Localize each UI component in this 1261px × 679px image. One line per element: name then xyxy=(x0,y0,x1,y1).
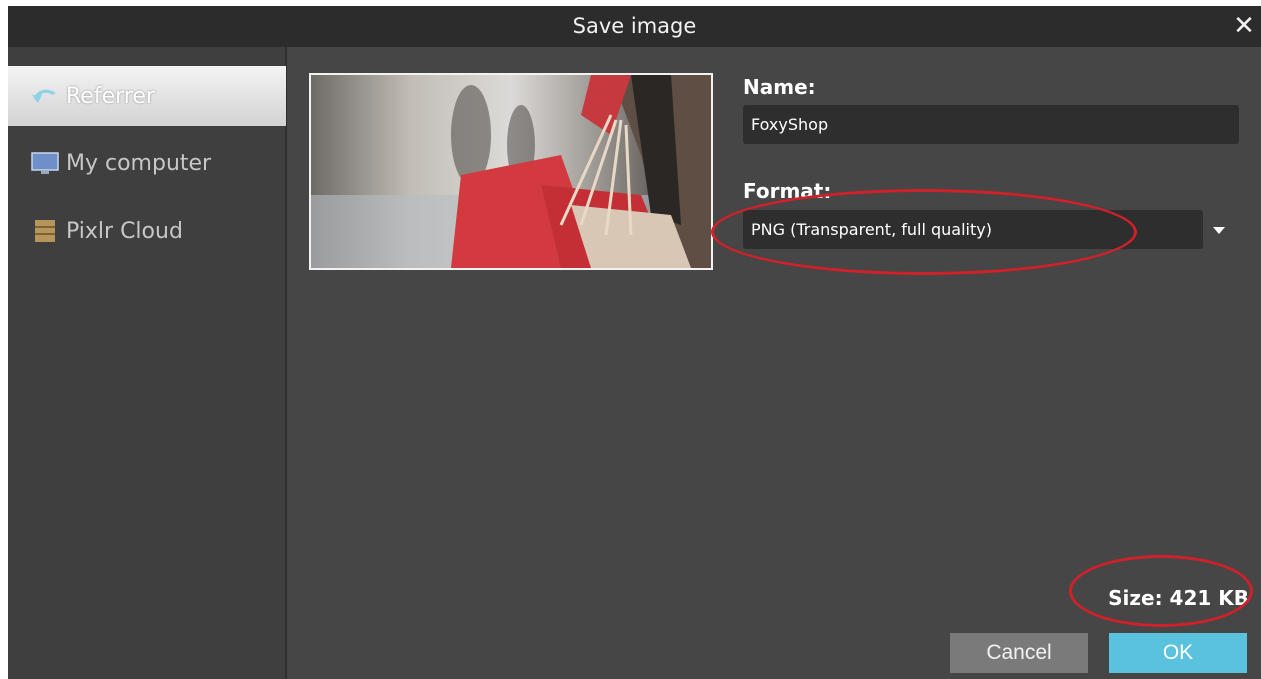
image-preview xyxy=(309,73,713,270)
cancel-button[interactable]: Cancel xyxy=(950,633,1088,673)
monitor-icon xyxy=(30,150,60,176)
sidebar-item-label: My computer xyxy=(66,150,212,176)
referrer-arrow-icon xyxy=(30,83,60,109)
sidebar-item-pixlr-cloud[interactable]: Pixlr Cloud xyxy=(8,201,286,261)
shopping-bags-photo xyxy=(311,75,711,268)
sidebar-item-my-computer[interactable]: My computer xyxy=(8,133,286,193)
save-location-sidebar: Referrer My computer Pixlr Cloud xyxy=(8,47,287,679)
file-size-text: Size: 421 KB xyxy=(1108,586,1249,610)
title-bar: Save image ✕ xyxy=(8,6,1261,47)
sidebar-item-label: Referrer xyxy=(66,83,155,109)
name-label: Name: xyxy=(743,75,816,99)
name-field[interactable] xyxy=(743,105,1239,144)
ok-button[interactable]: OK xyxy=(1109,633,1247,673)
sidebar-item-referrer[interactable]: Referrer xyxy=(8,66,286,126)
dialog-title: Save image xyxy=(572,14,697,38)
close-icon[interactable]: ✕ xyxy=(1227,6,1261,47)
cloud-storage-icon xyxy=(30,218,60,244)
save-image-dialog: Save image ✕ Referrer My computer Pixlr … xyxy=(8,6,1261,679)
sidebar-item-label: Pixlr Cloud xyxy=(66,218,183,244)
chevron-down-icon[interactable] xyxy=(1213,227,1225,234)
format-label: Format: xyxy=(743,179,832,203)
format-select[interactable]: PNG (Transparent, full quality) xyxy=(743,210,1203,249)
